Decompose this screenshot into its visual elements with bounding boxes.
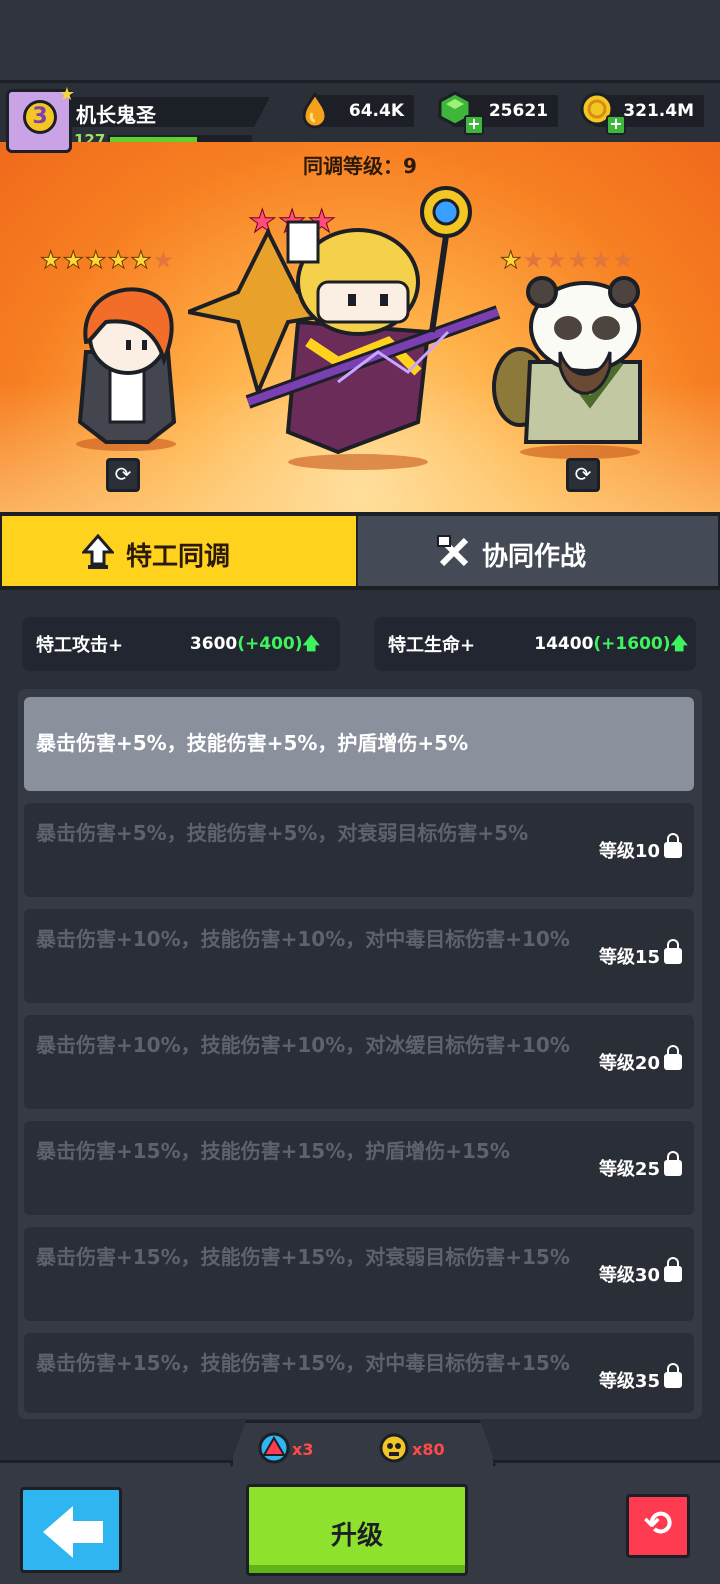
stat-value: 3600(+400)🡅 (189, 634, 320, 654)
swap-left-hero-button[interactable]: ⟳ (106, 458, 140, 492)
right-hero-character[interactable] (490, 272, 660, 462)
bonus-row: 暴击伤害+10%，技能伤害+10%，对中毒目标伤害+10% 等级15 (24, 909, 694, 1003)
lock-icon (664, 1363, 682, 1388)
left-hero-stars: ★★★★★★ (40, 246, 176, 275)
bonus-text: 暴击伤害+10%，技能伤害+10%，对冰缓目标伤害+10% (36, 1033, 570, 1057)
left-hero-character[interactable] (56, 282, 196, 452)
center-hero-character[interactable] (188, 172, 518, 472)
upgrade-button[interactable]: 升级 (246, 1484, 468, 1576)
lock-icon (664, 1151, 682, 1176)
bonus-requirement: 等级25 (599, 1151, 682, 1181)
add-gems-icon[interactable]: + (464, 115, 484, 135)
bonus-text: 暴击伤害+5%，技能伤害+5%，对衰弱目标伤害+5% (36, 821, 529, 845)
stat-label: 特工生命+ (388, 635, 476, 656)
lock-icon (664, 833, 682, 858)
bonus-row: 暴击伤害+15%，技能伤害+15%，对中毒目标伤害+15% 等级35 (24, 1333, 694, 1413)
lock-icon (664, 1257, 682, 1282)
upgrade-label: 升级 (330, 1521, 383, 1551)
player-name: 机长鬼圣 (76, 103, 156, 127)
resource-value: 321.4M (623, 101, 694, 121)
bonus-requirement: 等级30 (599, 1257, 682, 1287)
refresh-icon: ⟲ (643, 1504, 673, 1544)
hero-stage: 同调等级：9 ★★★★★★ ★★★ ★★★★★★ (0, 142, 720, 512)
back-button[interactable] (20, 1487, 122, 1573)
stat-label: 特工攻击+ (36, 635, 124, 656)
player-level-badge: 3 (23, 100, 57, 134)
green-up-arrow-icon: 🡅 (302, 634, 320, 654)
stat-value: 14400(+1600)🡅 (534, 634, 688, 654)
resource-gold[interactable]: + 321.4M (580, 92, 704, 135)
top-bar: 3 ★ 机长鬼圣 127 64.4K + 25621 + 321.4M (0, 80, 720, 153)
red-gear-token-icon (258, 1432, 290, 1464)
green-up-arrow-icon: 🡅 (670, 634, 688, 654)
crossed-tools-icon (437, 535, 469, 567)
player-avatar[interactable]: 3 ★ (6, 84, 75, 153)
resource-gems[interactable]: + 25621 (438, 91, 558, 135)
bonus-text: 暴击伤害+15%，技能伤害+15%，护盾增伤+15% (36, 1139, 510, 1163)
bonus-text: 暴击伤害+15%，技能伤害+15%，对衰弱目标伤害+15% (36, 1245, 570, 1269)
lock-icon (664, 1045, 682, 1070)
bonus-row: 暴击伤害+15%，技能伤害+15%，护盾增伤+15% 等级25 (24, 1121, 694, 1215)
tab-label: 协同作战 (482, 542, 587, 572)
upgrade-arrow-icon (82, 534, 114, 569)
resource-value: 64.4K (348, 101, 404, 121)
bonus-requirement: 等级15 (599, 939, 682, 969)
swap-right-hero-button[interactable]: ⟳ (566, 458, 600, 492)
crown-icon: ★ (58, 84, 75, 105)
resource-energy[interactable]: 64.4K (302, 91, 414, 129)
resource-value: 25621 (488, 101, 548, 121)
bonus-requirement: 等级20 (599, 1045, 682, 1075)
bonus-text: 暴击伤害+10%，技能伤害+10%，对中毒目标伤害+10% (36, 927, 570, 951)
tab-co-op[interactable]: 协同作战 (358, 516, 718, 586)
bonus-row: 暴击伤害+10%，技能伤害+10%，对冰缓目标伤害+10% 等级20 (24, 1015, 694, 1109)
back-arrow-icon (43, 1506, 73, 1558)
bonus-row: 暴击伤害+15%，技能伤害+15%，对衰弱目标伤害+15% 等级30 (24, 1227, 694, 1321)
status-bar (0, 0, 720, 80)
cost-amount: x80 (412, 1440, 445, 1459)
stat-health: 特工生命+ 14400(+1600)🡅 (374, 617, 696, 671)
bonus-requirement: 等级35 (599, 1363, 682, 1393)
cost-amount: x3 (292, 1440, 314, 1459)
bonus-text: 暴击伤害+5%，技能伤害+5%，护盾增伤+5% (36, 731, 469, 755)
bonus-text: 暴击伤害+15%，技能伤害+15%，对中毒目标伤害+15% (36, 1351, 570, 1375)
tab-bar: 特工同调 协同作战 (0, 512, 720, 590)
sync-bonus-list[interactable]: 暴击伤害+5%，技能伤害+5%，护盾增伤+5% 暴击伤害+5%，技能伤害+5%，… (18, 689, 702, 1419)
bonus-requirement: 等级10 (599, 833, 682, 863)
right-hero-stars: ★★★★★★ (500, 246, 636, 275)
tab-agent-sync[interactable]: 特工同调 (2, 516, 356, 586)
gold-skull-token-icon (379, 1433, 409, 1463)
reset-button[interactable]: ⟲ (626, 1494, 690, 1558)
stat-attack: 特工攻击+ 3600(+400)🡅 (22, 617, 340, 671)
flame-drop-icon (302, 91, 328, 129)
bonus-row: 暴击伤害+5%，技能伤害+5%，护盾增伤+5% (24, 697, 694, 791)
tab-label: 特工同调 (126, 542, 231, 572)
lock-icon (664, 939, 682, 964)
bonus-row: 暴击伤害+5%，技能伤害+5%，对衰弱目标伤害+5% 等级10 (24, 803, 694, 897)
